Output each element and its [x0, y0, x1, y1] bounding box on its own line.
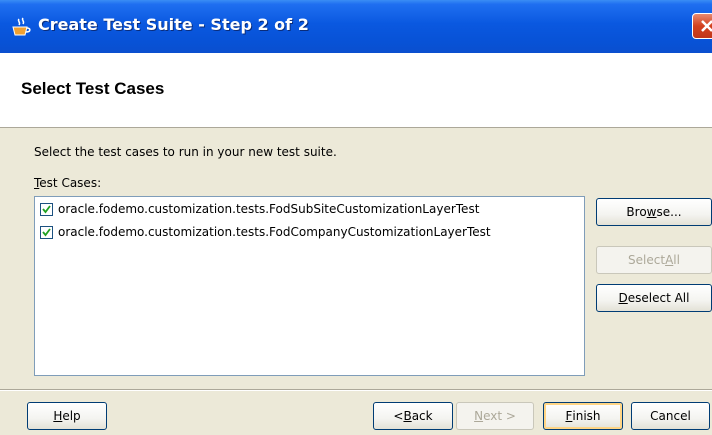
coffee-cup-icon — [10, 17, 32, 39]
page-title: Select Test Cases — [21, 79, 165, 98]
cancel-button[interactable]: Cancel — [631, 402, 710, 430]
list-item-label: oracle.fodemo.customization.tests.FodCom… — [58, 225, 491, 239]
next-button[interactable]: Next > — [456, 402, 534, 430]
checkmark-icon — [42, 204, 51, 213]
checkbox[interactable] — [40, 202, 53, 216]
back-button[interactable]: < Back — [373, 402, 453, 430]
window-title: Create Test Suite - Step 2 of 2 — [38, 15, 309, 34]
list-item[interactable]: oracle.fodemo.customization.tests.FodCom… — [40, 223, 491, 241]
title-bar: Create Test Suite - Step 2 of 2 — [0, 0, 712, 53]
wizard-header: Select Test Cases — [0, 53, 712, 128]
instruction-text: Select the test cases to run in your new… — [34, 145, 337, 159]
test-cases-label: Test Cases: — [34, 176, 102, 190]
select-all-button[interactable]: Select All — [596, 246, 712, 274]
footer-divider-highlight — [0, 390, 712, 391]
deselect-all-button[interactable]: Deselect All — [596, 284, 712, 312]
list-item[interactable]: oracle.fodemo.customization.tests.FodSub… — [40, 200, 479, 218]
test-cases-list[interactable]: oracle.fodemo.customization.tests.FodSub… — [34, 196, 585, 376]
help-button[interactable]: Help — [27, 402, 107, 430]
checkbox[interactable] — [40, 225, 53, 239]
close-button[interactable] — [692, 13, 712, 39]
checkmark-icon — [42, 227, 51, 236]
finish-button[interactable]: Finish — [543, 402, 623, 430]
browse-button[interactable]: Bro w se... — [596, 198, 712, 226]
close-icon — [701, 20, 712, 32]
list-item-label: oracle.fodemo.customization.tests.FodSub… — [58, 202, 480, 216]
